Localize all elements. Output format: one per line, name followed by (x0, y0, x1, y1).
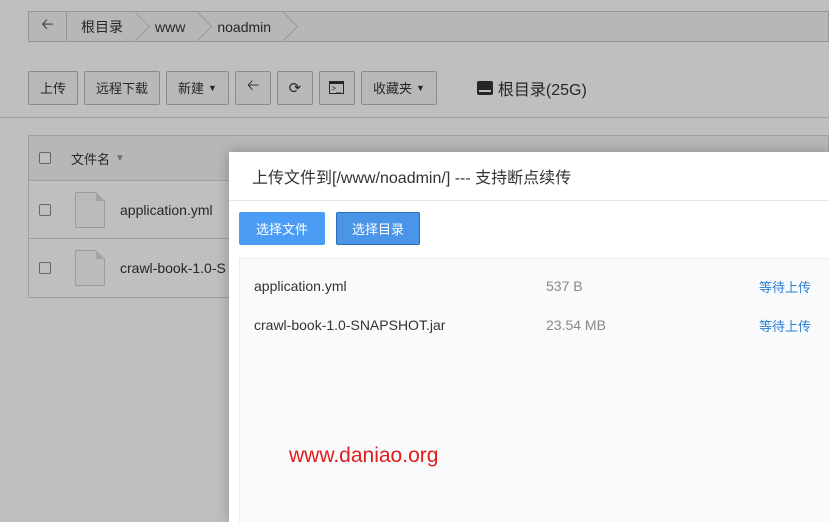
upload-file-name: application.yml (254, 278, 347, 294)
upload-file-size: 537 B (546, 278, 583, 294)
upload-list: application.yml 537 B 等待上传 crawl-book-1.… (239, 258, 829, 522)
upload-status[interactable]: 等待上传 (759, 277, 811, 296)
list-item: application.yml 537 B 等待上传 (240, 275, 829, 297)
upload-file-name: crawl-book-1.0-SNAPSHOT.jar (254, 317, 446, 333)
upload-status[interactable]: 等待上传 (759, 316, 811, 335)
select-files-button[interactable]: 选择文件 (239, 212, 325, 245)
dialog-actions: 选择文件 选择目录 (239, 212, 420, 245)
upload-dialog: 上传文件到[/www/noadmin/] --- 支持断点续传 选择文件 选择目… (229, 152, 829, 522)
list-item: crawl-book-1.0-SNAPSHOT.jar 23.54 MB 等待上… (240, 314, 829, 336)
dialog-title: 上传文件到[/www/noadmin/] --- 支持断点续传 (229, 152, 829, 201)
watermark-text: www.daniao.org (289, 444, 439, 467)
select-directory-button[interactable]: 选择目录 (336, 212, 420, 245)
upload-file-size: 23.54 MB (546, 317, 606, 333)
